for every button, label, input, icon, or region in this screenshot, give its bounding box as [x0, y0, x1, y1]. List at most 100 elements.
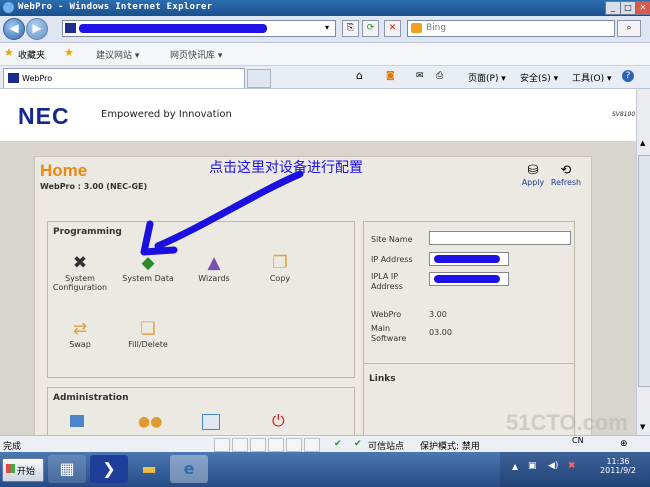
zoom-icon[interactable]: ⊕	[620, 439, 628, 449]
toolbar-tools[interactable]: 工具(O) ▾	[572, 71, 612, 84]
home-icon[interactable]: ⌂	[356, 69, 363, 82]
star-icon: ★	[4, 46, 14, 59]
clock-time: 11:36	[606, 457, 630, 466]
webpro-label: WebPro	[371, 310, 402, 319]
windows-logo-icon	[6, 464, 15, 473]
favorites-bar: ★ 收藏夹 ★ 建议网站 ▾ 网页快讯库 ▾	[0, 43, 650, 66]
ie-taskbar-icon[interactable]: e	[170, 455, 208, 483]
main-software-label-2: Software	[371, 334, 407, 343]
page-title: Home	[40, 161, 88, 180]
tab-title: WebPro	[22, 74, 53, 83]
server-manager-icon[interactable]: ▦	[48, 455, 86, 483]
site-favicon	[65, 23, 76, 33]
scroll-up-icon[interactable]: ▲	[640, 139, 645, 147]
dropdown-arrow-icon[interactable]: ▾	[325, 23, 329, 32]
fill-delete-button[interactable]: ❏ Fill/Delete	[118, 318, 178, 349]
main-software-value: 03.00	[429, 328, 452, 337]
start-label: 开始	[17, 467, 36, 477]
search-input[interactable]: Bing	[407, 20, 615, 37]
power-icon[interactable]: ⏻	[272, 411, 285, 431]
main-software-label-1: Main	[371, 324, 391, 333]
administration-title: Administration	[53, 393, 129, 403]
clock[interactable]: 11:36 2011/9/2	[588, 457, 648, 475]
watermark: 51CTO.com	[506, 410, 628, 435]
swap-button[interactable]: ⇄ Swap	[50, 318, 110, 349]
nec-favicon	[8, 73, 19, 83]
refresh-icon[interactable]: ⟳	[362, 20, 379, 37]
stop-icon[interactable]: ✕	[384, 20, 401, 37]
start-button[interactable]: 开始	[2, 458, 44, 482]
apply-button[interactable]: ⛁ Apply	[520, 163, 546, 188]
redacted-ipla	[434, 275, 500, 283]
maximize-button[interactable]: □	[620, 1, 636, 15]
programming-section: Programming ✖ System Configuration ◆ Sys…	[47, 170, 355, 378]
window-title-bar: WebPro - Windows Internet Explorer _ □ ✕	[0, 0, 650, 16]
volume-icon[interactable]: ◀)	[548, 461, 558, 471]
status-pane	[250, 438, 266, 452]
scroll-down-icon[interactable]: ▼	[640, 423, 645, 431]
tab-webpro[interactable]: WebPro	[3, 68, 245, 88]
tools-icon: ✖	[72, 253, 88, 273]
refresh-button[interactable]: ⟲ Refresh	[549, 163, 583, 188]
address-bar[interactable]: ▾	[62, 20, 336, 37]
status-text: 完成	[3, 442, 22, 452]
system-info-section: Site Name IP Address IPLA IP Address Web…	[363, 221, 575, 366]
search-icon[interactable]: ⌕	[617, 20, 641, 37]
ip-address-field[interactable]	[429, 252, 509, 266]
tagline: Empowered by Innovation	[101, 109, 232, 120]
explorer-icon[interactable]: ▬	[130, 455, 168, 483]
suggested-sites-link[interactable]: 建议网站 ▾	[96, 48, 139, 61]
redacted-url	[79, 24, 267, 33]
search-placeholder: Bing	[426, 23, 447, 33]
new-tab-button[interactable]	[247, 69, 271, 88]
vertical-scrollbar[interactable]: ▲ ▼	[636, 89, 650, 435]
trusted-zone-icon: ✔	[334, 439, 342, 449]
feeds-icon[interactable]: ◙	[386, 71, 395, 81]
help-icon[interactable]: ?	[622, 70, 634, 82]
ipla-ip-field[interactable]	[429, 272, 509, 286]
compatibility-icon[interactable]: ⎘	[342, 20, 359, 37]
tab-bar: WebPro ⌂ ◙ ✉ ⎙ 页面(P) ▾ 安全(S) ▾ 工具(O) ▾ ?	[0, 66, 650, 89]
status-pane	[232, 438, 248, 452]
add-favorite-icon[interactable]: ★	[64, 46, 74, 59]
status-pane	[304, 438, 320, 452]
ip-address-label: IP Address	[371, 255, 413, 264]
network-icon[interactable]: ▣	[528, 461, 537, 471]
toolbar-page[interactable]: 页面(P) ▾	[468, 71, 506, 84]
page-body: Home WebPro : 3.00 (NEC-GE) 点击这里对设备进行配置 …	[0, 142, 636, 437]
apply-label: Apply	[521, 178, 545, 187]
status-pane	[268, 438, 284, 452]
tray-arrow-icon[interactable]: ▲	[512, 462, 518, 471]
minimize-button[interactable]: _	[605, 1, 621, 15]
powershell-icon[interactable]: ❯	[90, 455, 128, 483]
input-language[interactable]: CN	[572, 436, 584, 445]
window-title: WebPro - Windows Internet Explorer	[18, 2, 213, 12]
page-header: NEC Empowered by Innovation SV8100	[0, 89, 636, 142]
read-mail-icon[interactable]: ✉	[416, 71, 424, 81]
print-icon[interactable]: ⎙	[436, 71, 443, 81]
scroll-thumb[interactable]	[638, 155, 650, 387]
back-button[interactable]: ◀	[3, 18, 25, 40]
fill-delete-icon: ❏	[140, 319, 156, 339]
contact-icon[interactable]	[202, 414, 220, 430]
programming-title: Programming	[53, 227, 122, 237]
favorites-button[interactable]: 收藏夹	[18, 48, 45, 61]
web-slice-link[interactable]: 网页快讯库 ▾	[170, 48, 222, 61]
links-title: Links	[369, 374, 396, 384]
refresh-page-icon: ⟲	[560, 163, 572, 178]
site-name-field[interactable]	[429, 231, 571, 245]
close-button[interactable]: ✕	[635, 1, 650, 15]
security-zone[interactable]: 可信站点	[368, 439, 404, 452]
protected-mode: 保护模式: 禁用	[420, 442, 480, 452]
users-icon[interactable]: ●●	[138, 414, 162, 430]
system-configuration-button[interactable]: ✖ System Configuration	[50, 252, 110, 292]
toolbar-safety[interactable]: 安全(S) ▾	[520, 71, 558, 84]
action-center-icon[interactable]: ✖	[568, 461, 576, 471]
taskbar: 开始 ▦ ❯ ▬ e ▲ CN ▣ ◀) ✖ 11:36 2011/9/2	[0, 436, 650, 487]
forward-button[interactable]: ▶	[26, 18, 48, 40]
administration-section: Administration ●● ⏻	[47, 387, 355, 437]
status-pane	[286, 438, 302, 452]
status-pane	[214, 438, 230, 452]
monitor-icon[interactable]	[70, 415, 84, 427]
bing-icon	[411, 23, 422, 33]
